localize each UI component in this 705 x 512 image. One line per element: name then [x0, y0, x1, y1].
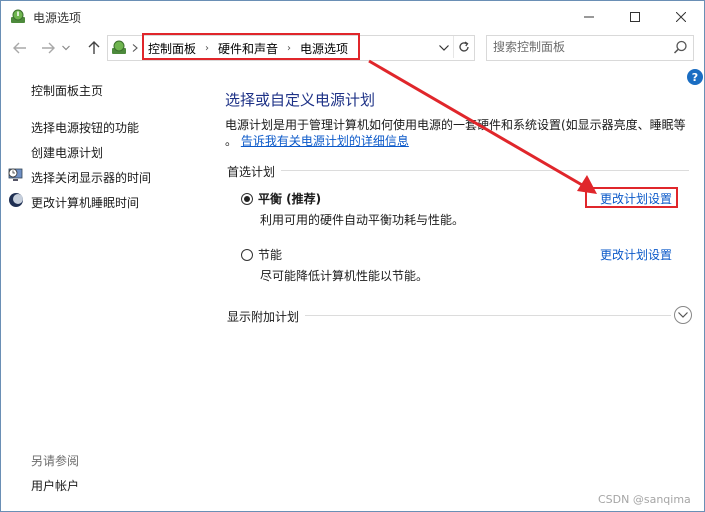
- annotation-arrow: [368, 59, 597, 194]
- annotation-arrow-line: [368, 59, 590, 191]
- watermark: CSDN @sanqima: [598, 493, 691, 506]
- control-panel-window: 电源选项 控制面板 › 硬件和声音 › 电源选项 搜索控制面板 ? 控制面板主页…: [0, 0, 705, 512]
